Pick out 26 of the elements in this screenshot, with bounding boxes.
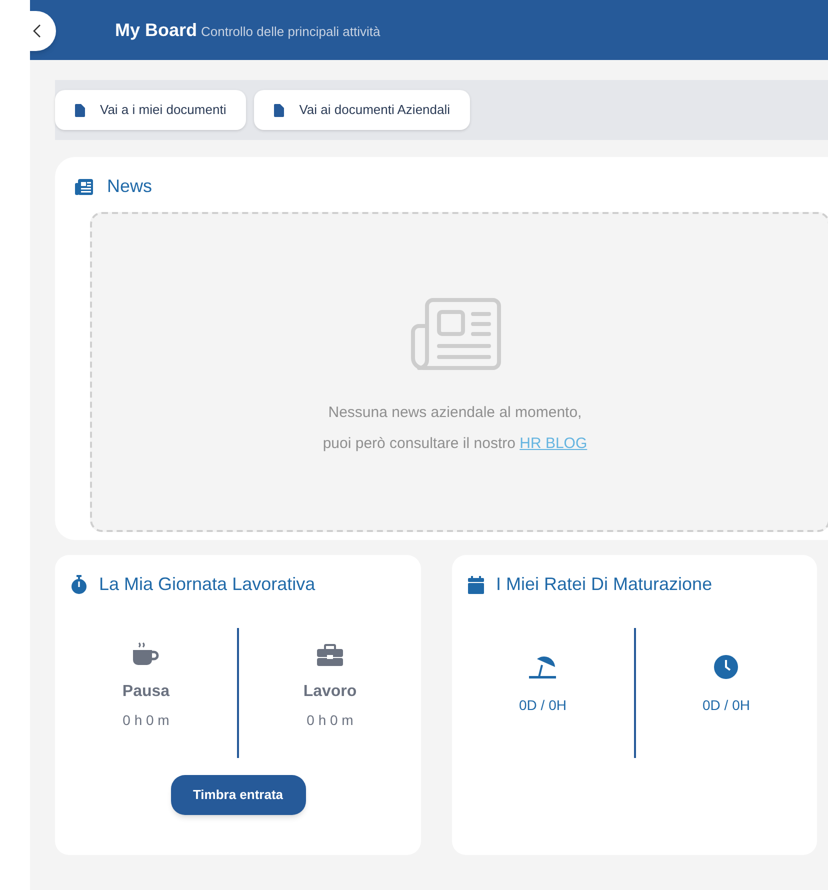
newspaper-icon — [75, 178, 93, 194]
stat-value: 0D / 0H — [519, 696, 566, 715]
beach-umbrella-icon — [528, 655, 557, 679]
news-title: News — [107, 175, 152, 198]
briefcase-icon — [317, 644, 343, 666]
stopwatch-icon — [71, 575, 87, 594]
page-subtitle: Controllo delle principali attività — [201, 23, 380, 42]
shortcut-button[interactable]: Vai a i miei documenti — [55, 90, 246, 130]
stat-value: 0 h 0 m — [122, 711, 170, 730]
chevron-left-icon — [33, 24, 41, 38]
card-title: I Miei Ratei Di Maturazione — [496, 573, 712, 596]
empty-message: Nessuna news aziendale al momento, — [328, 403, 582, 423]
card-title: La Mia Giornata Lavorativa — [99, 573, 316, 596]
document-icon — [75, 104, 85, 116]
clock-in-button[interactable]: Timbra entrata — [170, 775, 306, 815]
empty-message: puoi però consultare il nostro HR BLOG — [322, 434, 588, 454]
shortcut-button[interactable]: Vai ai documenti Aziendali — [254, 90, 470, 130]
coffee-cup-icon — [133, 642, 159, 666]
clock-icon — [714, 655, 738, 679]
stat-value: 0D / 0H — [702, 696, 750, 715]
stat-label: Pausa — [122, 682, 170, 702]
document-icon — [274, 104, 284, 116]
stat-value: 0 h 0 m — [306, 711, 354, 730]
page-title: My Board — [115, 18, 198, 42]
calendar-icon — [468, 576, 484, 594]
stat-label: Lavoro — [303, 682, 357, 702]
